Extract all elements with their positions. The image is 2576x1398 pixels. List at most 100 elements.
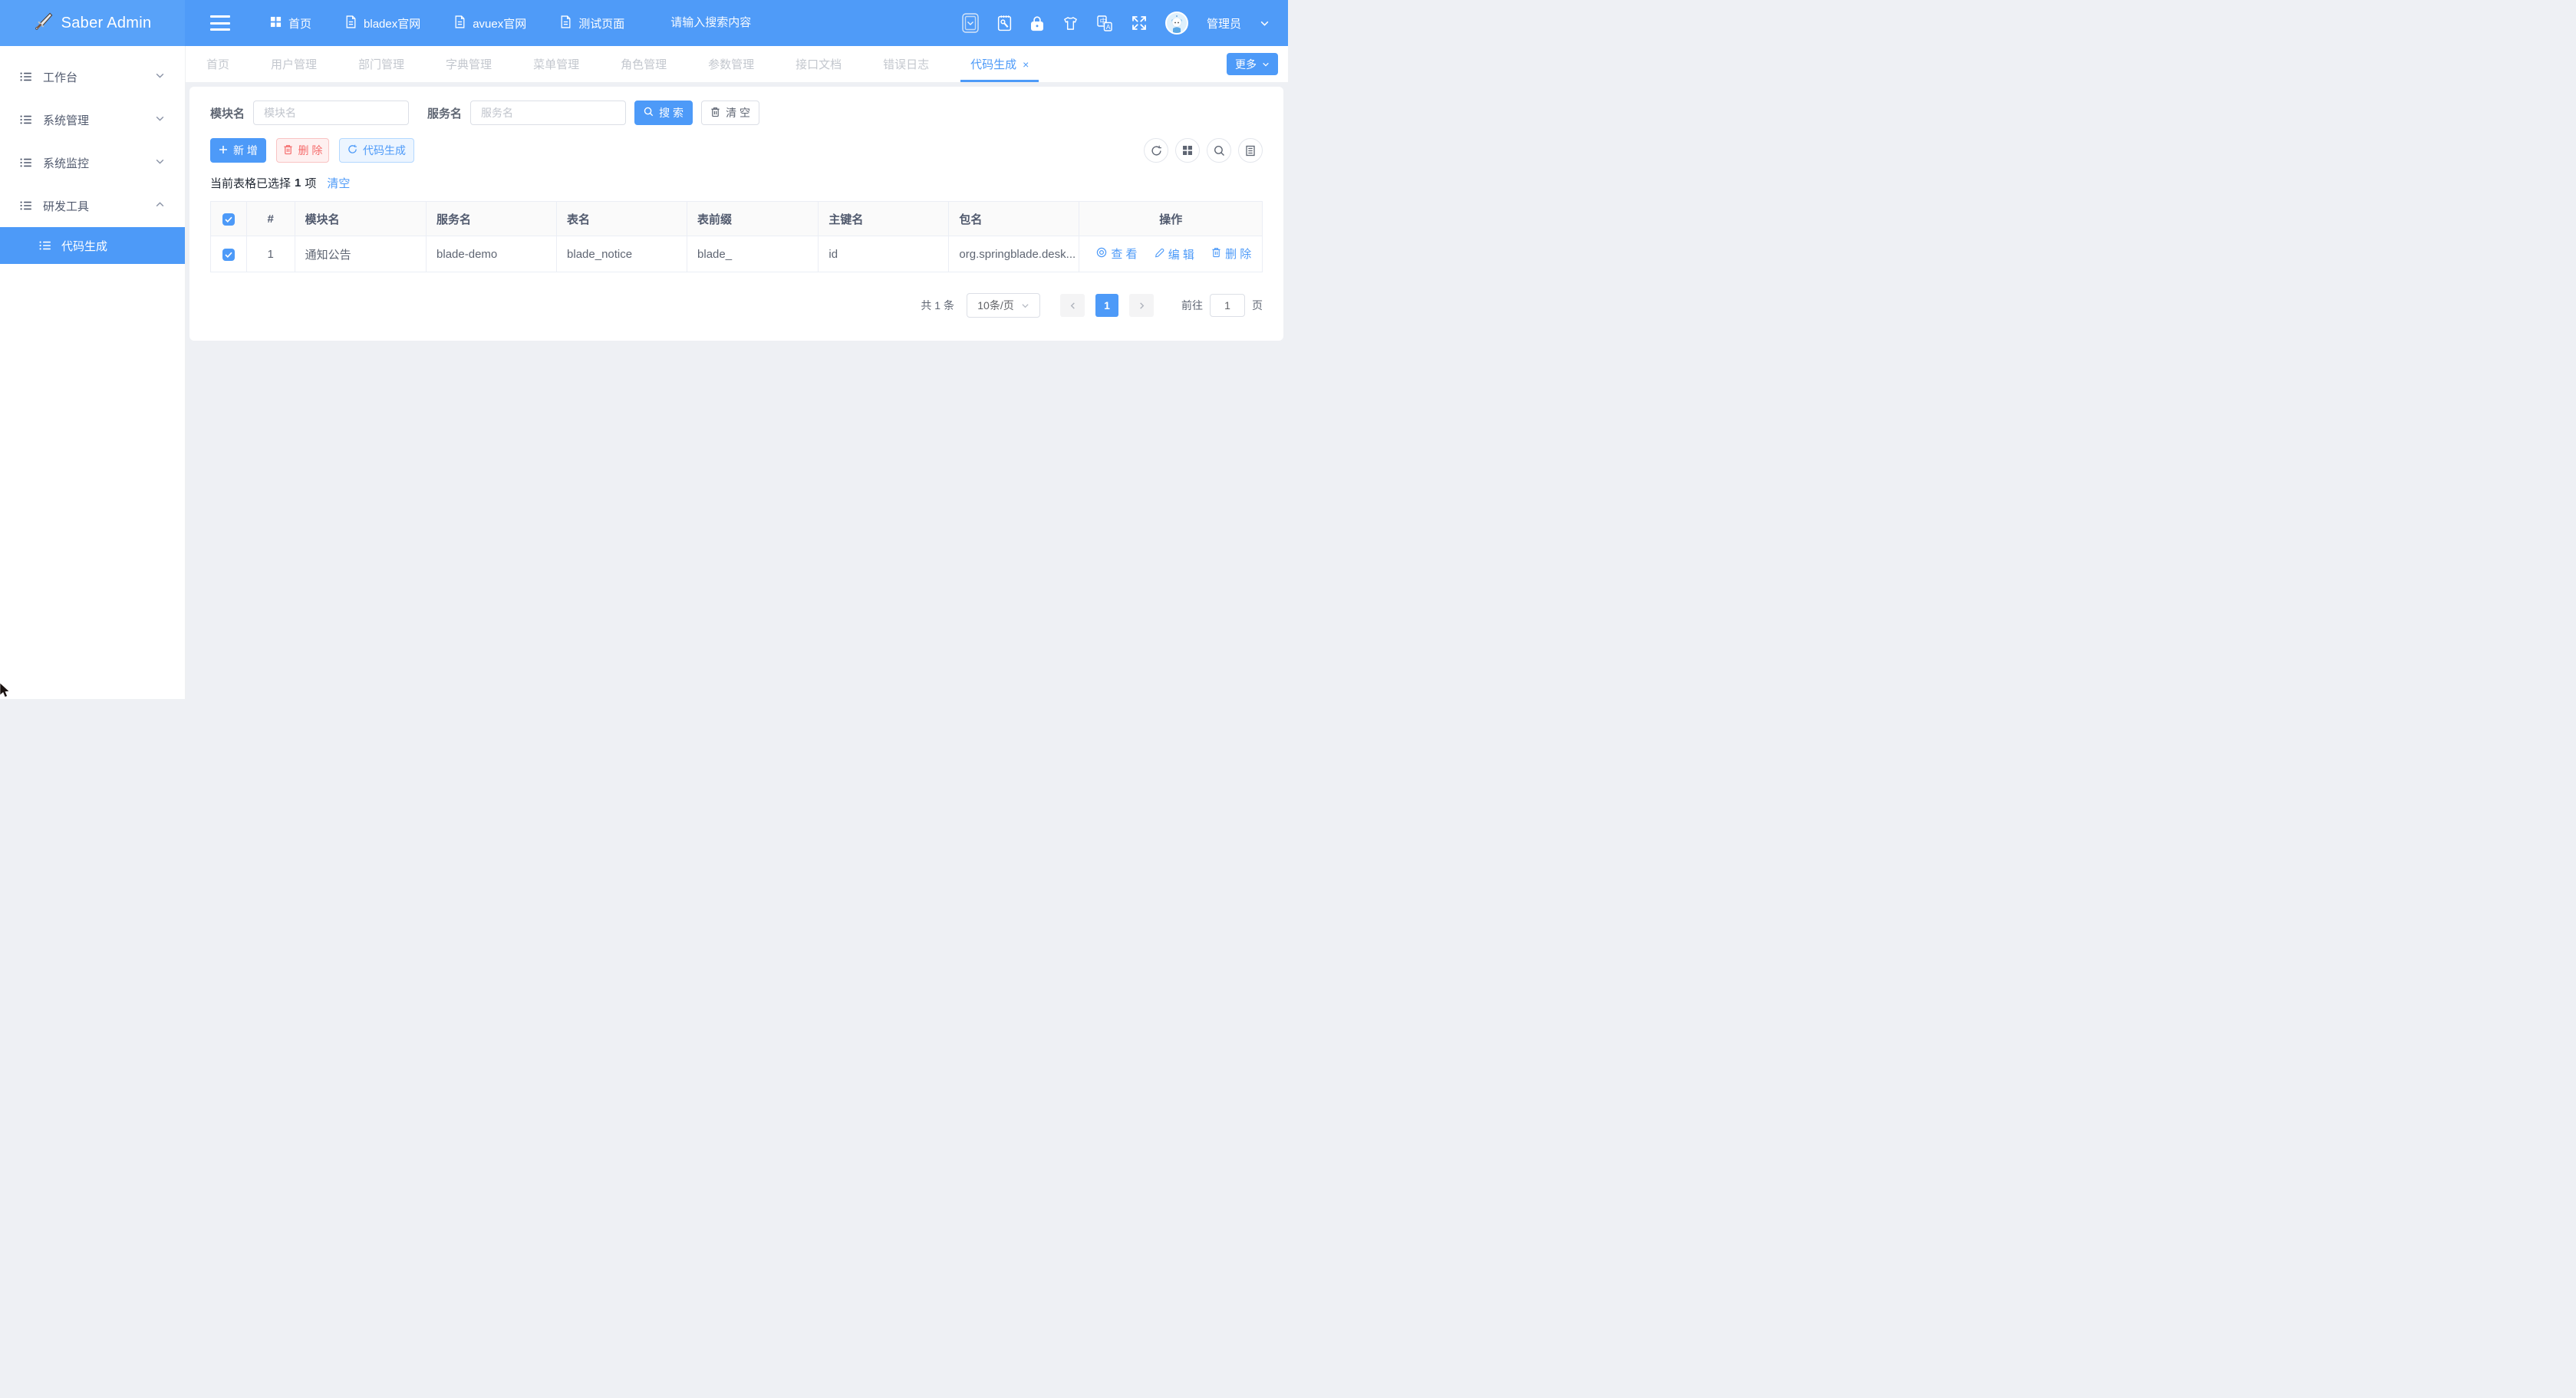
page-size-select[interactable]: 10条/页	[967, 293, 1040, 318]
toolbar-buttons: 新 增 删 除	[210, 138, 414, 163]
translate-icon[interactable]: 中 A	[1097, 15, 1113, 31]
menu-collapse-button[interactable]	[210, 15, 230, 31]
collapse-panel-icon[interactable]	[962, 13, 979, 33]
chevron-up-icon	[155, 199, 165, 213]
tab-param-management[interactable]: 参数管理	[687, 46, 775, 82]
selection-count: 1	[295, 176, 301, 190]
top-nav-label: 测试页面	[578, 15, 624, 31]
goto-label: 前往	[1181, 298, 1203, 313]
edit-row-link[interactable]: 编 辑	[1155, 246, 1194, 262]
tab-role-management[interactable]: 角色管理	[600, 46, 687, 82]
delete-row-link[interactable]: 删 除	[1211, 246, 1251, 262]
document-icon	[454, 15, 466, 31]
top-nav-label: bladex官网	[364, 15, 420, 31]
code-generate-button[interactable]: 代码生成	[339, 138, 414, 163]
tab-close-icon[interactable]: ×	[1023, 59, 1029, 70]
refresh-icon[interactable]	[1144, 138, 1168, 163]
tab-dict-management[interactable]: 字典管理	[425, 46, 512, 82]
top-nav-test-page[interactable]: 测试页面	[560, 15, 624, 31]
tab-bar: 首页 用户管理 部门管理 字典管理 菜单管理 角色管理 参数管理 接口文档 错误…	[185, 46, 1288, 82]
column-settings-icon[interactable]	[1175, 138, 1200, 163]
avatar[interactable]	[1165, 12, 1188, 35]
trash-icon	[1211, 247, 1221, 261]
top-nav-bladex[interactable]: bladex官网	[345, 15, 420, 31]
chevron-down-icon	[1021, 302, 1029, 310]
svg-text:A: A	[1106, 23, 1111, 31]
tab-menu-management[interactable]: 菜单管理	[512, 46, 600, 82]
list-icon	[19, 156, 33, 170]
list-icon	[19, 70, 33, 84]
logo: Saber Admin	[0, 0, 185, 46]
search-icon	[644, 107, 654, 119]
add-button[interactable]: 新 增	[210, 138, 266, 163]
user-menu-chevron-icon[interactable]	[1260, 18, 1270, 28]
more-tabs-button[interactable]: 更多	[1227, 53, 1278, 75]
column-header-pk: 主键名	[819, 202, 949, 236]
global-search	[670, 16, 801, 30]
row-checkbox[interactable]	[222, 249, 235, 261]
clear-button[interactable]: 清 空	[701, 101, 759, 125]
list-icon	[38, 239, 52, 252]
main-content: 首页 用户管理 部门管理 字典管理 菜单管理 角色管理 参数管理 接口文档 错误…	[185, 46, 1288, 699]
service-name-input[interactable]	[470, 101, 626, 125]
sidebar-menu: 工作台 系统管理	[0, 46, 185, 264]
cell-table-prefix: blade_	[687, 236, 819, 272]
debug-log-icon[interactable]	[997, 15, 1012, 31]
sidebar-item-dev-tools[interactable]: 研发工具	[0, 184, 185, 227]
global-search-input[interactable]	[670, 16, 801, 29]
sidebar-item-workbench[interactable]: 工作台	[0, 55, 185, 98]
tab-home[interactable]: 首页	[186, 46, 250, 82]
view-row-link[interactable]: 查 看	[1096, 246, 1137, 262]
column-header-prefix: 表前缀	[687, 202, 819, 236]
top-nav-label: 首页	[288, 15, 311, 31]
cell-table-name: blade_notice	[557, 236, 687, 272]
cell-module-name: 通知公告	[295, 236, 426, 272]
top-header: Saber Admin 首页	[0, 0, 1288, 46]
header-actions: 中 A 管	[962, 12, 1288, 35]
tab-code-generation[interactable]: 代码生成 ×	[950, 46, 1049, 82]
next-page-button[interactable]	[1129, 294, 1154, 317]
refresh-icon	[348, 144, 357, 157]
top-nav-avuex[interactable]: avuex官网	[454, 15, 526, 31]
pagination: 共 1 条 10条/页 1 前往 页	[210, 293, 1263, 318]
trash-icon	[710, 107, 720, 120]
sidebar-item-code-generation[interactable]: 代码生成	[0, 227, 185, 264]
search-toggle-icon[interactable]	[1207, 138, 1231, 163]
content-card: 模块名 服务名 搜 索	[189, 87, 1283, 341]
fullscreen-icon[interactable]	[1132, 15, 1147, 31]
sidebar-item-system-management[interactable]: 系统管理	[0, 98, 185, 141]
table-header-row: # 模块名 服务名 表名 表前缀 主键名 包名 操作	[211, 202, 1263, 236]
sidebar: 工作台 系统管理	[0, 46, 185, 699]
prev-page-button[interactable]	[1060, 294, 1085, 317]
lock-icon[interactable]	[1030, 15, 1044, 31]
clear-selection-link[interactable]: 清空	[327, 175, 350, 191]
top-nav: 首页 bladex官网 avuex官网	[270, 15, 624, 31]
tab-error-log[interactable]: 错误日志	[862, 46, 950, 82]
chevron-down-icon	[155, 157, 165, 170]
module-name-input[interactable]	[253, 101, 409, 125]
select-all-checkbox[interactable]	[222, 213, 235, 226]
document-icon	[560, 15, 572, 31]
top-nav-home[interactable]: 首页	[270, 15, 311, 31]
selection-info: 当前表格已选择 1 项 清空	[210, 175, 1263, 191]
column-header-module: 模块名	[295, 202, 426, 236]
page-number-1[interactable]: 1	[1095, 294, 1118, 317]
trash-icon	[283, 144, 293, 157]
filter-form: 模块名 服务名 搜 索	[210, 101, 1263, 125]
export-list-icon[interactable]	[1238, 138, 1263, 163]
tab-api-docs[interactable]: 接口文档	[775, 46, 862, 82]
page-unit-label: 页	[1252, 298, 1263, 313]
search-button[interactable]: 搜 索	[634, 101, 693, 125]
tab-user-management[interactable]: 用户管理	[250, 46, 338, 82]
sidebar-item-system-monitor[interactable]: 系统监控	[0, 141, 185, 184]
app-window: Saber Admin 首页	[0, 0, 1288, 699]
theme-icon[interactable]	[1062, 16, 1079, 31]
column-header-table: 表名	[557, 202, 687, 236]
sidebar-item-label: 工作台	[43, 69, 77, 85]
tab-dept-management[interactable]: 部门管理	[338, 46, 425, 82]
delete-button[interactable]: 删 除	[276, 138, 329, 163]
grid-icon	[270, 16, 282, 31]
current-user[interactable]: 管理员	[1207, 15, 1241, 31]
goto-page-input[interactable]	[1210, 294, 1245, 317]
document-icon	[345, 15, 357, 31]
